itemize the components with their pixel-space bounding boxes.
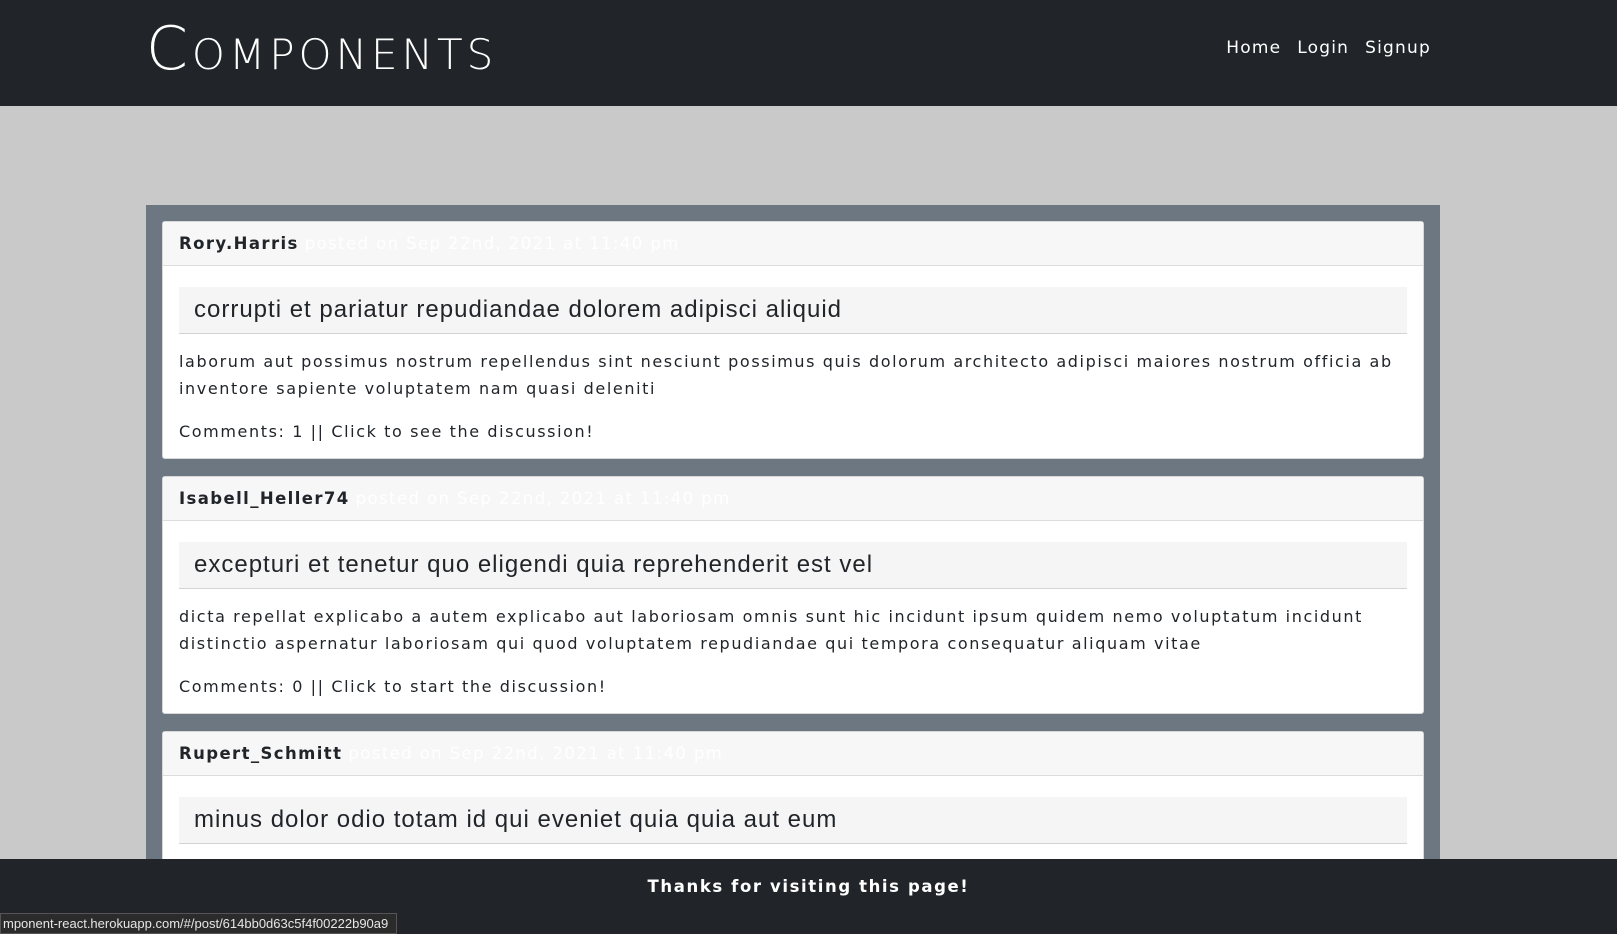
- post-card[interactable]: Isabell_Heller74 posted on Sep 22nd, 202…: [162, 476, 1424, 714]
- post-date: posted on Sep 22nd, 2021 at 11:40 pm: [348, 744, 724, 763]
- site-logo[interactable]: Components: [146, 14, 497, 84]
- post-card-body: minus dolor odio totam id qui eveniet qu…: [163, 776, 1423, 844]
- post-date: posted on Sep 22nd, 2021 at 11:40 pm: [355, 489, 731, 508]
- post-author: Isabell_Heller74: [179, 489, 350, 508]
- nav-signup-link[interactable]: Signup: [1365, 36, 1431, 60]
- post-card-header: Rory.Harris posted on Sep 22nd, 2021 at …: [163, 222, 1423, 266]
- post-date: posted on Sep 22nd, 2021 at 11:40 pm: [304, 234, 680, 253]
- top-navbar: Components Home Login Signup: [0, 0, 1617, 106]
- posts-panel: Rory.Harris posted on Sep 22nd, 2021 at …: [146, 205, 1440, 905]
- post-title: corrupti et pariatur repudiandae dolorem…: [179, 287, 1407, 334]
- post-card-header: Isabell_Heller74 posted on Sep 22nd, 202…: [163, 477, 1423, 521]
- post-card-body: corrupti et pariatur repudiandae dolorem…: [163, 266, 1423, 458]
- post-author: Rory.Harris: [179, 234, 299, 253]
- post-card-header: Rupert_Schmitt posted on Sep 22nd, 2021 …: [163, 732, 1423, 776]
- status-bar-url: mponent-react.herokuapp.com/#/post/614bb…: [0, 913, 398, 934]
- post-card[interactable]: Rory.Harris posted on Sep 22nd, 2021 at …: [162, 221, 1424, 459]
- post-comments-link[interactable]: Comments: 1 || Click to see the discussi…: [179, 418, 1407, 445]
- post-body: laborum aut possimus nostrum repellendus…: [179, 352, 1393, 398]
- main-nav: Home Login Signup: [1226, 36, 1431, 60]
- footer-message: Thanks for visiting this page!: [647, 877, 970, 896]
- post-title: minus dolor odio totam id qui eveniet qu…: [179, 797, 1407, 844]
- post-body: dicta repellat explicabo a autem explica…: [179, 607, 1364, 653]
- post-comments-link[interactable]: Comments: 0 || Click to start the discus…: [179, 673, 1407, 700]
- post-author: Rupert_Schmitt: [179, 744, 343, 763]
- nav-home-link[interactable]: Home: [1226, 36, 1281, 60]
- nav-login-link[interactable]: Login: [1297, 36, 1349, 60]
- post-card-body: excepturi et tenetur quo eligendi quia r…: [163, 521, 1423, 713]
- post-title: excepturi et tenetur quo eligendi quia r…: [179, 542, 1407, 589]
